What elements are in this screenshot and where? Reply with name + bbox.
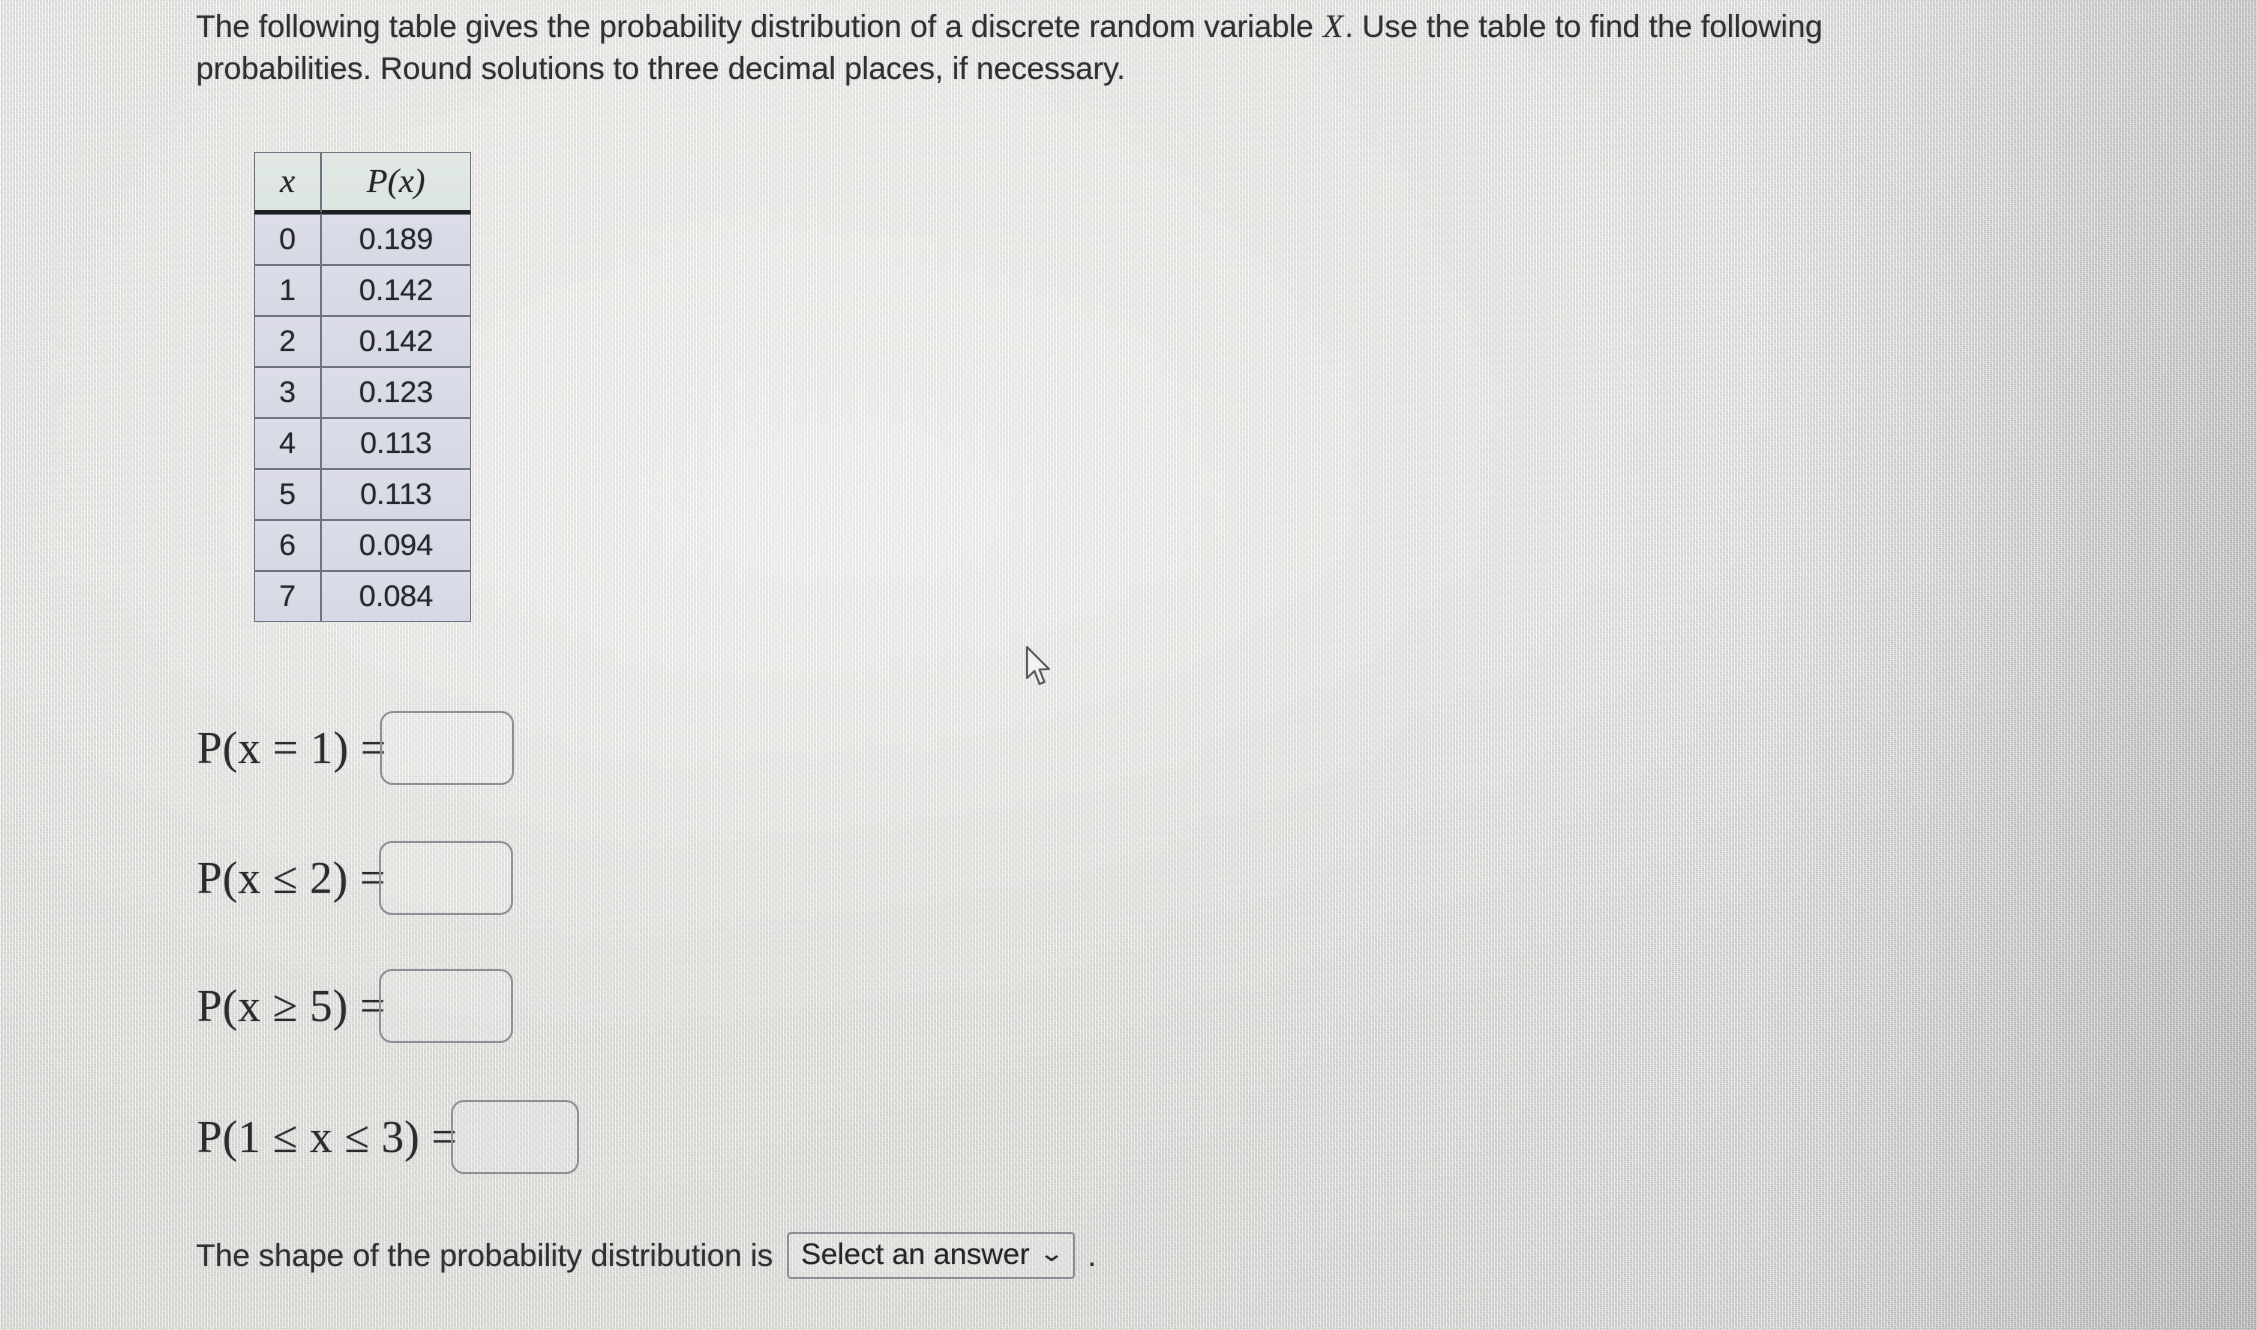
question-4-label: P(1 ≤ x ≤ 3) = [197, 1112, 458, 1162]
cell-px: 0.113 [321, 418, 471, 469]
column-header-x: x [254, 152, 321, 214]
cell-x: 0 [254, 214, 321, 265]
column-header-px: P(x) [321, 152, 471, 214]
answer-input-2[interactable] [378, 841, 513, 915]
distribution-shape-label: The shape of the probability distributio… [196, 1236, 773, 1273]
cell-x: 3 [254, 367, 321, 418]
question-prompt: The following table gives the probabilit… [196, 6, 2006, 89]
answer-input-4[interactable] [450, 1100, 579, 1174]
probability-question-1: P(x = 1) = [197, 706, 514, 790]
distribution-shape-line: The shape of the probability distributio… [196, 1232, 1096, 1279]
question-3-label: P(x ≥ 5) = [197, 981, 386, 1031]
prompt-text-part-1: The following table gives the probabilit… [196, 8, 1323, 44]
cell-x: 6 [254, 520, 321, 571]
table-row: 7 0.084 [254, 571, 471, 622]
shape-answer-dropdown[interactable]: Select an answer ⌄ [786, 1232, 1075, 1279]
table-row: 2 0.142 [254, 316, 471, 367]
cell-x: 4 [254, 418, 321, 469]
cell-px: 0.094 [321, 520, 471, 571]
shape-answer-dropdown-value: Select an answer [800, 1238, 1030, 1271]
table-row: 3 0.123 [254, 367, 471, 418]
chevron-down-icon: ⌄ [1039, 1239, 1065, 1266]
answer-input-3[interactable] [378, 969, 513, 1043]
sentence-period: . [1087, 1236, 1097, 1273]
table-row: 5 0.113 [254, 469, 471, 520]
cell-px: 0.084 [321, 571, 471, 622]
table-header-row: x P(x) [254, 152, 471, 214]
cell-x: 1 [254, 265, 321, 316]
table-row: 6 0.094 [254, 520, 471, 571]
cell-px: 0.113 [321, 469, 471, 520]
table-row: 1 0.142 [254, 265, 471, 316]
cell-px: 0.142 [321, 265, 471, 316]
table-row: 0 0.189 [254, 214, 471, 265]
cell-px: 0.189 [321, 214, 471, 265]
probability-distribution-table: x P(x) 0 0.189 1 0.142 2 0.142 3 0.123 4 [254, 152, 471, 622]
cell-px: 0.123 [321, 367, 471, 418]
question-1-label: P(x = 1) = [197, 723, 387, 773]
mouse-cursor-icon [1025, 645, 1051, 686]
cell-x: 5 [254, 469, 321, 520]
cell-px: 0.142 [321, 316, 471, 367]
probability-question-3: P(x ≥ 5) = [197, 964, 513, 1048]
cell-x: 7 [254, 571, 321, 622]
answer-input-1[interactable] [379, 711, 514, 785]
probability-question-4: P(1 ≤ x ≤ 3) = [197, 1095, 579, 1179]
question-2-label: P(x ≤ 2) = [197, 853, 386, 903]
random-variable-symbol: X [1323, 9, 1344, 45]
table-row: 4 0.113 [254, 418, 471, 469]
cell-x: 2 [254, 316, 321, 367]
probability-question-2: P(x ≤ 2) = [197, 836, 513, 920]
